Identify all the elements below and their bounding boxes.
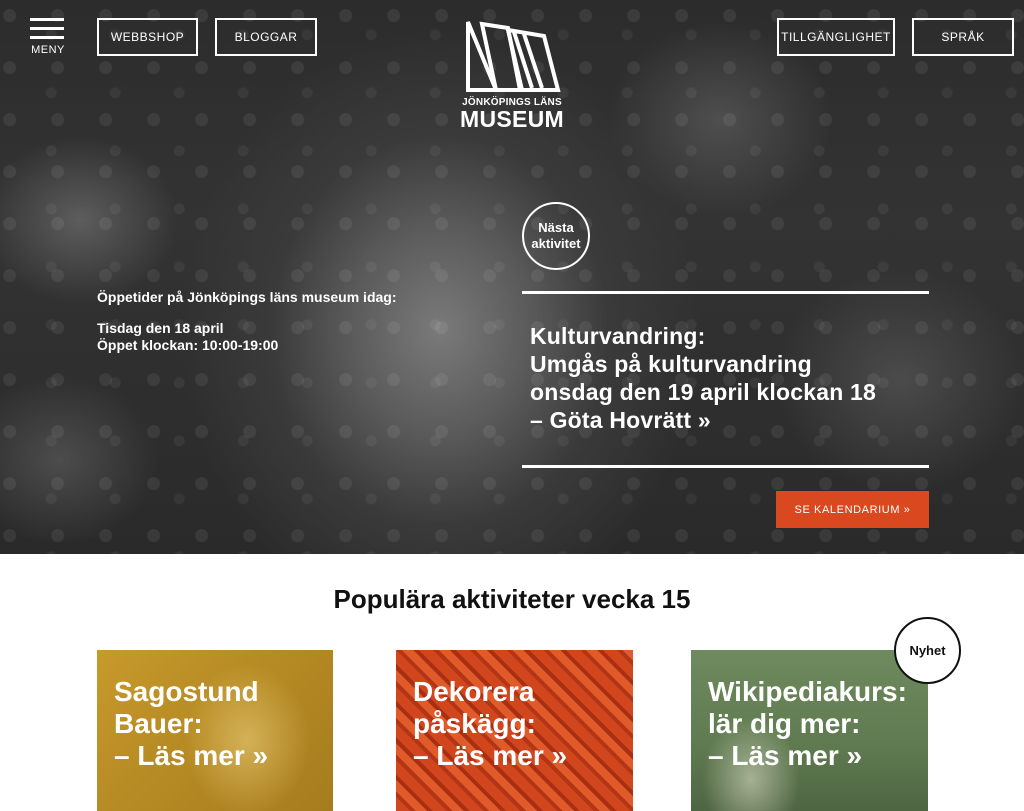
opening-hours: Öppetider på Jönköpings läns museum idag… [97,289,397,354]
museum-logo[interactable]: JÖNKÖPINGS LÄNS MUSEUM [458,16,566,134]
next-badge-line-1: Nästa [538,220,574,235]
blogs-button[interactable]: BLOGGAR [215,18,317,56]
next-event-link[interactable]: Kulturvandring: Umgås på kulturvandring … [530,322,920,434]
new-badge: Nyhet [894,617,961,684]
menu-label: MENY [31,44,65,56]
event-bottom-divider [522,465,929,468]
calendar-button[interactable]: SE KALENDARIUM » [776,491,929,528]
opening-hours-intro: Öppetider på Jönköpings läns museum idag… [97,289,397,305]
event-line: Kulturvandring: [530,323,706,349]
activity-card-easter-eggs[interactable]: Dekorera påskägg: – Läs mer » [396,650,633,811]
card-line: påskägg: [413,708,536,739]
webshop-button[interactable]: WEBBSHOP [97,18,198,56]
event-line: Umgås på kulturvandring [530,351,812,377]
event-line: – Göta Hovrätt » [530,407,711,433]
card-line: Wikipediakurs: [708,676,907,707]
card-line: – Läs mer » [708,740,863,771]
card-line: Bauer: [114,708,203,739]
menu-button[interactable]: MENY [30,18,66,56]
hero-banner: MENY WEBBSHOP BLOGGAR TILLGÄNGLIGHET SPR… [0,0,1024,554]
next-activity-badge: Nästa aktivitet [522,202,590,270]
logo-text-big: MUSEUM [459,106,565,132]
card-line: – Läs mer » [114,740,269,771]
opening-hours-date: Tisdag den 18 april [97,320,224,336]
opening-hours-time: Öppet klockan: 10:00-19:00 [97,337,279,353]
activity-card-story-time[interactable]: Sagostund Bauer: – Läs mer » [97,650,333,811]
popular-activities-title: Populära aktiviteter vecka 15 [333,584,691,614]
accessibility-button[interactable]: TILLGÄNGLIGHET [777,18,895,56]
activity-card-text: Dekorera påskägg: – Läs mer » [413,676,567,772]
next-badge-line-2: aktivitet [531,236,581,251]
event-line: onsdag den 19 april klockan 18 [530,379,877,405]
activity-card-text: Sagostund Bauer: – Läs mer » [114,676,268,772]
card-line: – Läs mer » [413,740,568,771]
activity-card-text: Wikipediakurs: lär dig mer: – Läs mer » [708,676,907,772]
card-line: lär dig mer: [708,708,861,739]
museum-logo-icon [466,21,561,92]
event-top-divider [522,291,929,294]
language-button[interactable]: SPRÅK [912,18,1014,56]
hamburger-icon [30,18,66,39]
activity-card-wikipedia-course[interactable]: Wikipediakurs: lär dig mer: – Läs mer » [691,650,928,811]
card-line: Sagostund [114,676,259,707]
card-line: Dekorera [413,676,535,707]
